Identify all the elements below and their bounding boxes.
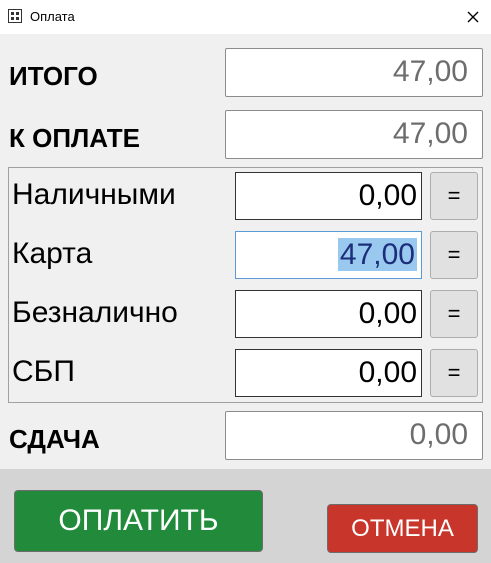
card-amount-selection: 47,00 bbox=[337, 238, 417, 271]
total-field: 47,00 bbox=[225, 48, 483, 97]
title-bar: Оплата bbox=[0, 0, 491, 34]
sbp-fill-button[interactable]: = bbox=[430, 349, 478, 397]
cash-fill-button[interactable]: = bbox=[430, 172, 478, 220]
cash-amount-input[interactable]: 0,00 bbox=[235, 172, 422, 220]
cashless-fill-button[interactable]: = bbox=[430, 290, 478, 338]
window-title: Оплата bbox=[30, 9, 75, 24]
card-amount-input[interactable]: 47,00 bbox=[235, 231, 422, 279]
change-field: 0,00 bbox=[225, 411, 483, 460]
method-label-cashless: Безналично bbox=[12, 296, 178, 329]
close-button[interactable] bbox=[455, 0, 491, 34]
app-grid-icon bbox=[8, 9, 22, 23]
method-label-card: Карта bbox=[12, 237, 93, 270]
method-label-sbp: СБП bbox=[12, 355, 75, 388]
total-label: ИТОГО bbox=[9, 61, 98, 91]
to-pay-field: 47,00 bbox=[225, 110, 483, 159]
close-icon bbox=[467, 11, 479, 23]
cancel-button[interactable]: ОТМЕНА bbox=[327, 504, 478, 553]
to-pay-label: К ОПЛАТЕ bbox=[9, 123, 140, 153]
method-label-cash: Наличными bbox=[12, 178, 176, 211]
cashless-amount-input[interactable]: 0,00 bbox=[235, 290, 422, 338]
change-label: СДАЧА bbox=[9, 424, 100, 454]
sbp-amount-input[interactable]: 0,00 bbox=[235, 349, 422, 397]
card-fill-button[interactable]: = bbox=[430, 231, 478, 279]
pay-button[interactable]: ОПЛАТИТЬ bbox=[14, 490, 263, 552]
